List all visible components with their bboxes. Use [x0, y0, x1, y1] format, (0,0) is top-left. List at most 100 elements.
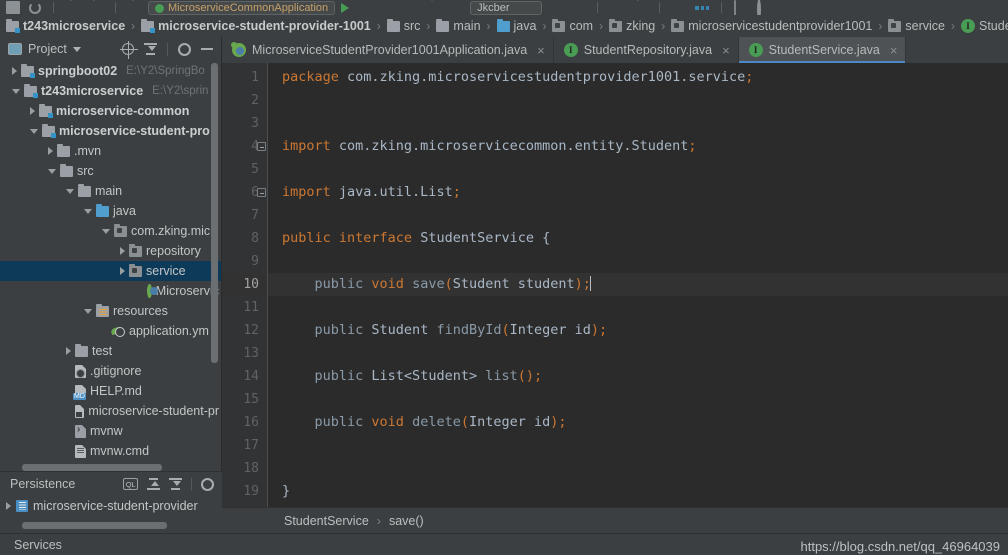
gear-icon[interactable] [178, 42, 191, 56]
chevron-right-icon[interactable] [6, 502, 11, 510]
line-number[interactable]: 10 [222, 273, 268, 296]
commit-icon[interactable] [548, 1, 562, 14]
chevron-right-icon[interactable] [120, 267, 125, 275]
chevron-down-icon[interactable] [48, 168, 56, 174]
editor-breadcrumb-item[interactable]: save() [389, 514, 424, 528]
settings-icon[interactable] [734, 0, 748, 15]
tree-node--mvn[interactable]: .mvn [0, 141, 221, 161]
breadcrumb-item-main[interactable]: main [434, 16, 482, 36]
persistence-list-item[interactable]: microservice-student-provider [0, 496, 222, 516]
bookmark-icon[interactable] [672, 1, 686, 14]
code-line[interactable]: public void save(Student student); [268, 273, 1008, 296]
chevron-down-icon[interactable] [12, 88, 20, 94]
breadcrumb-item-stude[interactable]: IStude [959, 16, 1008, 36]
tree-node-service[interactable]: service [0, 261, 221, 281]
code-line[interactable]: public Student findById(Integer id); [268, 319, 1008, 342]
expand-all-icon[interactable] [147, 478, 160, 490]
code-line[interactable]: import com.zking.microservicecommon.enti… [268, 135, 1008, 158]
code-line[interactable]: public void delete(Integer id); [268, 411, 1008, 434]
breadcrumb-item-src[interactable]: src [385, 16, 423, 36]
breadcrumb-item-com[interactable]: com [550, 16, 595, 36]
run-configuration-selector[interactable]: MicroserviceCommonApplication [148, 1, 336, 15]
gear-icon[interactable] [201, 477, 214, 491]
ql-console-icon[interactable]: QL [123, 478, 138, 490]
close-icon[interactable]: × [537, 43, 545, 58]
tree-node-resources[interactable]: resources [0, 301, 221, 321]
line-number[interactable]: 13 [222, 342, 268, 365]
code-line[interactable] [268, 342, 1008, 365]
tree-node-src[interactable]: src [0, 161, 221, 181]
chevron-right-icon[interactable] [12, 67, 17, 75]
line-number[interactable]: 5 [222, 158, 268, 181]
close-icon[interactable]: × [722, 43, 730, 58]
line-number[interactable]: 1 [222, 66, 268, 89]
services-tool-button[interactable]: Services [14, 538, 62, 552]
code-line[interactable]: } [268, 480, 1008, 503]
tree-node-microservic[interactable]: Microservic [0, 281, 221, 301]
code-line[interactable] [268, 457, 1008, 480]
close-icon[interactable]: × [890, 43, 898, 58]
breadcrumb-item-zking[interactable]: zking [607, 16, 657, 36]
code-content[interactable]: package com.zking.microservicestudentpro… [268, 63, 1008, 533]
chevron-right-icon[interactable] [120, 247, 125, 255]
code-line[interactable]: package com.zking.microservicestudentpro… [268, 66, 1008, 89]
debug-icon[interactable] [358, 1, 372, 14]
profile-icon[interactable] [404, 1, 418, 14]
code-line[interactable]: public interface StudentService { [268, 227, 1008, 250]
breadcrumb-item-t243microservice[interactable]: t243microservice [4, 16, 127, 36]
code-line[interactable] [268, 204, 1008, 227]
line-number[interactable]: 3 [222, 112, 268, 135]
line-number[interactable]: 19 [222, 480, 268, 503]
chevron-down-icon[interactable] [84, 308, 92, 314]
line-number[interactable]: 17 [222, 434, 268, 457]
editor-breadcrumb-item[interactable]: StudentService [284, 514, 369, 528]
chevron-down-icon[interactable] [102, 228, 110, 234]
breadcrumb-item-microservice-student-provider-1001[interactable]: microservice-student-provider-1001 [139, 16, 373, 36]
vcs-update-icon[interactable] [610, 1, 624, 14]
minimize-icon[interactable] [201, 48, 213, 50]
line-number[interactable]: 15 [222, 388, 268, 411]
save-icon[interactable] [6, 1, 20, 14]
line-number[interactable]: 8 [222, 227, 268, 250]
minimize-tool-icon[interactable] [571, 1, 585, 14]
tree-node-java[interactable]: java [0, 201, 221, 221]
stop-icon[interactable] [450, 1, 464, 14]
tree-node--gitignore[interactable]: .gitignore [0, 361, 221, 381]
sidebar-horizontal-scrollbar[interactable] [22, 464, 162, 471]
tree-node-com-zking-mic[interactable]: com.zking.mic [0, 221, 221, 241]
search-everywhere-icon[interactable] [757, 0, 771, 15]
tree-node-mvnw-cmd[interactable]: mvnw.cmd [0, 441, 221, 461]
code-line[interactable] [268, 388, 1008, 411]
download-icon[interactable] [633, 0, 647, 15]
project-tree[interactable]: springboot02 E:\Y2\SpringBo t243microservi… [0, 61, 221, 473]
code-line[interactable] [268, 158, 1008, 181]
collapse-all-icon[interactable] [169, 478, 182, 490]
line-number-gutter[interactable]: 1 2 3 4 5 6 7 8 9 10 11 12 13 14 15 16 17 18 19 [222, 63, 268, 533]
line-number[interactable]: 12 [222, 319, 268, 342]
code-line[interactable]: public List<Student> list(); [268, 365, 1008, 388]
chevron-down-icon[interactable] [66, 188, 74, 194]
tree-node-main[interactable]: main [0, 181, 221, 201]
tree-node-microservice-common[interactable]: microservice-common [0, 101, 221, 121]
code-line[interactable] [268, 296, 1008, 319]
structure-icon[interactable] [695, 1, 710, 14]
editor-tab-studentrepository[interactable]: I StudentRepository.java × [554, 37, 739, 63]
tree-node-help-md[interactable]: MD HELP.md [0, 381, 221, 401]
tree-node-repository[interactable]: repository [0, 241, 221, 261]
tree-node-application-ym[interactable]: application.ym [0, 321, 221, 341]
code-line[interactable] [268, 89, 1008, 112]
line-number[interactable]: 9 [222, 250, 268, 273]
tree-node-t243microservice[interactable]: t243microservice E:\Y2\sprin [0, 81, 221, 101]
breadcrumb-item-java[interactable]: java [495, 16, 539, 36]
chevron-down-icon[interactable] [84, 208, 92, 214]
chevron-right-icon[interactable] [66, 347, 71, 355]
code-line[interactable] [268, 112, 1008, 135]
code-fold-icon[interactable] [257, 188, 266, 197]
chevron-down-icon[interactable] [30, 128, 38, 134]
chevron-right-icon[interactable] [30, 107, 35, 115]
forward-icon[interactable] [89, 0, 103, 15]
tree-node-springboot02[interactable]: springboot02 E:\Y2\SpringBo [0, 61, 221, 81]
code-editor[interactable]: 1 2 3 4 5 6 7 8 9 10 11 12 13 14 15 16 17 18 19 package co… [222, 63, 1008, 533]
code-line[interactable]: import java.util.List; [268, 181, 1008, 204]
breadcrumb-item-microservicestudentprovider1001[interactable]: microservicestudentprovider1001 [669, 16, 874, 36]
